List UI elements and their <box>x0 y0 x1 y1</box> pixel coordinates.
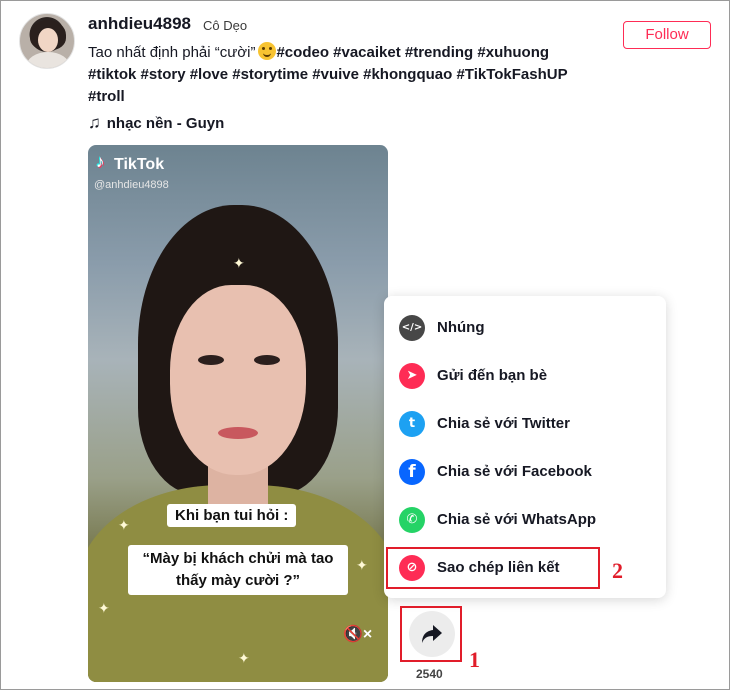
nickname: Cô Dẹo <box>203 18 248 33</box>
tiktok-logo-text: TikTok <box>114 156 165 173</box>
embed-icon: </> <box>399 315 425 341</box>
step-2-marker: 2 <box>612 558 623 583</box>
share-whatsapp-item[interactable]: ✆ Chia sẻ với WhatsApp <box>384 496 666 544</box>
share-menu-label: Nhúng <box>437 319 485 336</box>
video-subtitle-1: Khi bạn tui hỏi : <box>167 504 297 527</box>
send-icon: ➤ <box>399 363 425 389</box>
share-menu-label: Gửi đến bạn bè <box>437 367 548 384</box>
video-watermark-handle: @anhdieu4898 <box>94 179 169 191</box>
username-link[interactable]: anhdieu4898 <box>88 14 191 34</box>
tiktok-logo: TikTok <box>96 152 165 174</box>
copy-link-highlight-box <box>386 547 600 589</box>
share-menu-label: Chia sẻ với Twitter <box>437 415 570 432</box>
share-embed-item[interactable]: </> Nhúng <box>384 304 666 352</box>
tiktok-note-icon <box>96 152 110 172</box>
share-count: 2540 <box>416 667 443 681</box>
follow-button[interactable]: Follow <box>623 21 711 49</box>
share-button-highlight-box <box>400 606 462 662</box>
facebook-icon: f <box>399 459 425 485</box>
twitter-icon: t <box>399 411 425 437</box>
share-facebook-item[interactable]: f Chia sẻ với Facebook <box>384 448 666 496</box>
music-link[interactable]: ♫ nhạc nền - Guyn <box>88 113 224 133</box>
hashtags-line2[interactable]: #tiktok #story #love #storytime #vuive #… <box>88 66 568 83</box>
hashtags-line1[interactable]: #codeo #vacaiket #trending #xuhuong <box>276 44 549 61</box>
step-1-marker: 1 <box>469 647 480 672</box>
video-subtitle-2: “Mày bị khách chửi mà tao thấy mày cười … <box>128 545 348 595</box>
music-title: nhạc nền - Guyn <box>106 115 225 132</box>
hashtags-line3[interactable]: #troll <box>88 88 125 105</box>
whatsapp-icon: ✆ <box>399 507 425 533</box>
music-note-icon: ♫ <box>88 113 101 132</box>
share-menu-label: Chia sẻ với WhatsApp <box>437 511 597 528</box>
mute-icon[interactable]: 🔇× <box>343 624 372 644</box>
smiley-emoji-icon <box>258 42 277 60</box>
share-menu-label: Chia sẻ với Facebook <box>437 463 592 480</box>
avatar[interactable] <box>19 13 75 69</box>
caption-text: Tao nhất định phải “cười” <box>88 44 256 61</box>
share-twitter-item[interactable]: t Chia sẻ với Twitter <box>384 400 666 448</box>
video-player[interactable]: ✦ ✦ ✦ ✦ ✦ TikTok @anhdieu4898 Khi bạn tu… <box>88 145 388 682</box>
video-caption: Tao nhất định phải “cười” #codeo #vacaike… <box>88 42 608 108</box>
share-send-to-friends-item[interactable]: ➤ Gửi đến bạn bè <box>384 352 666 400</box>
